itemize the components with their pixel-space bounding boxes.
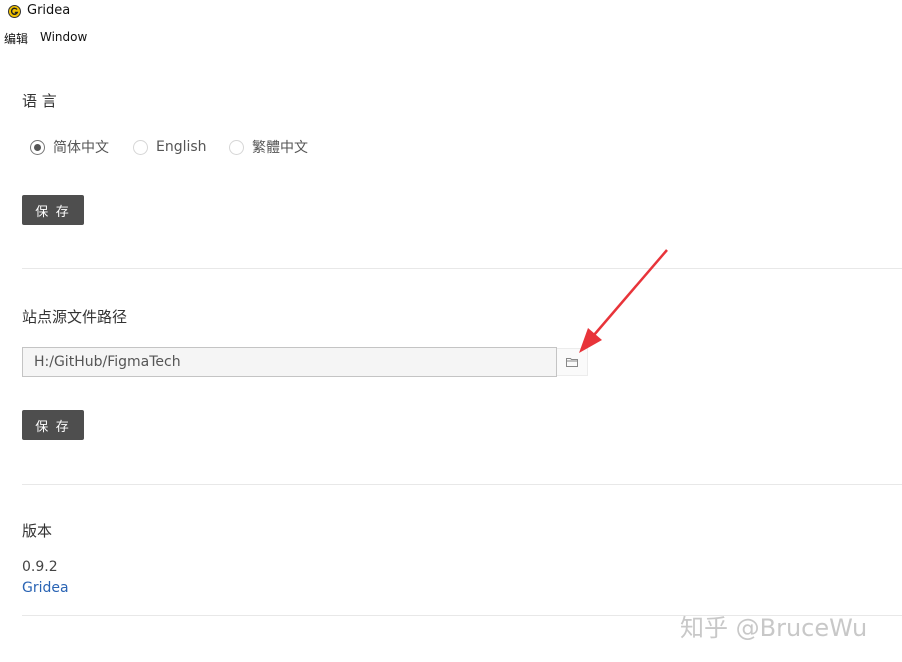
annotation-arrow	[579, 249, 668, 353]
version-section-title: 版本	[22, 522, 53, 540]
watermark: 知乎 @BruceWu	[680, 614, 868, 642]
save-path-button[interactable]: 保 存	[22, 410, 84, 440]
section-divider	[22, 484, 902, 485]
version-number: 0.9.2	[22, 559, 58, 575]
gridea-link[interactable]: Gridea	[22, 580, 69, 596]
